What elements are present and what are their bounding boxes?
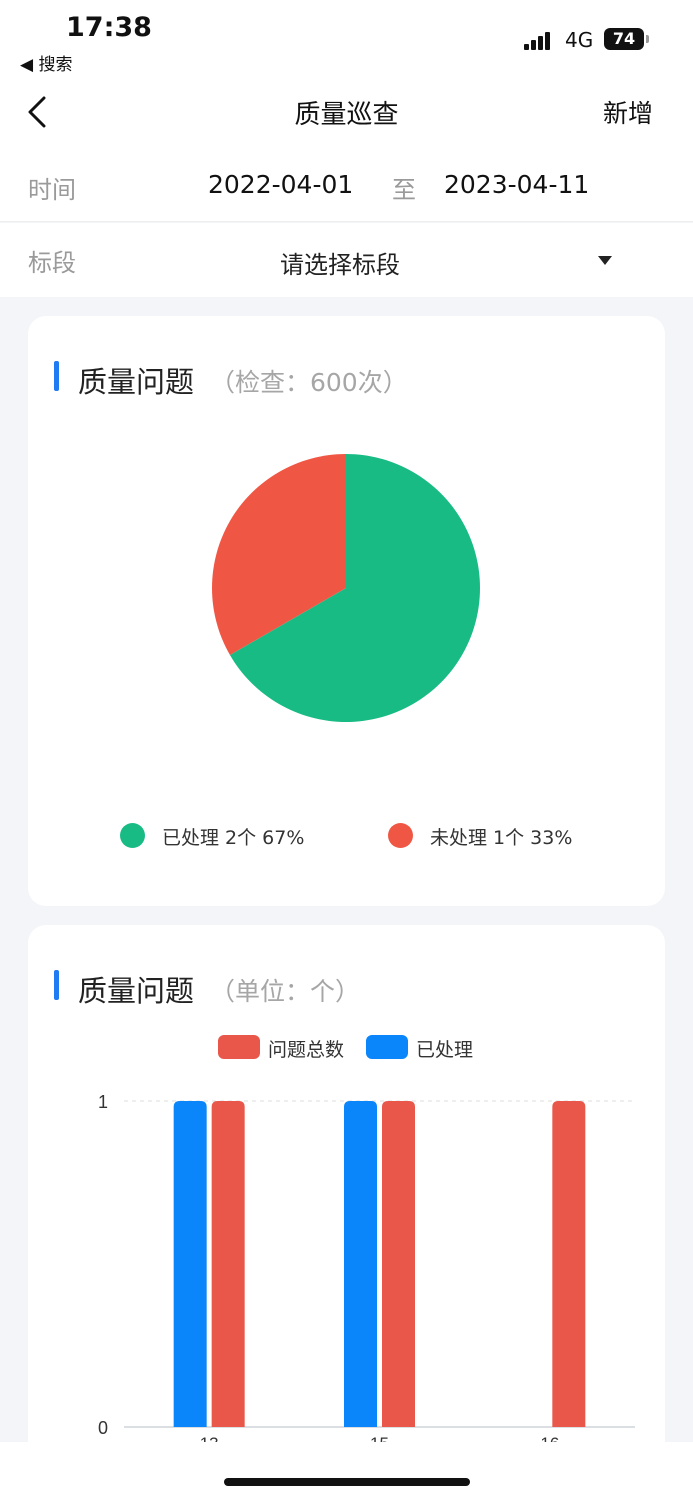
card-subtitle: （单位：个） bbox=[210, 977, 361, 1006]
signal-icon bbox=[524, 30, 558, 50]
bar-13-2 bbox=[211, 1101, 245, 1427]
legend-dot bbox=[120, 823, 145, 848]
bar-15-1 bbox=[344, 1101, 377, 1427]
section-select[interactable]: 请选择标段 bbox=[280, 245, 400, 280]
back-to-search-link[interactable]: ◀ 搜索 bbox=[20, 50, 72, 75]
legend-label: 已处理 2个 67% bbox=[162, 827, 305, 849]
start-date-picker[interactable]: 2022-04-01 bbox=[208, 170, 353, 199]
legend-label: 未处理 1个 33% bbox=[430, 827, 573, 849]
legend-swatch bbox=[366, 1035, 408, 1059]
battery-cap bbox=[646, 35, 649, 43]
bar-13-1 bbox=[173, 1101, 207, 1427]
status-bar: 17:38 ◀ 搜索 4G 74 bbox=[0, 0, 693, 80]
nav-bar: 质量巡查 新增 bbox=[0, 80, 693, 150]
time-filter-row: 时间 2022-04-01 至 2023-04-11 bbox=[0, 150, 693, 222]
quality-issues-bar-card: 质量问题 （单位：个） 问题总数 已处理 0 1 13 15 16 bbox=[28, 925, 665, 1485]
legend-dot bbox=[388, 823, 413, 848]
y-tick-label: 0 bbox=[98, 1418, 108, 1438]
card-subtitle: （检查：600次） bbox=[210, 368, 408, 397]
card-accent-bar bbox=[54, 361, 59, 391]
pie-chart bbox=[212, 454, 480, 722]
date-separator: 至 bbox=[392, 176, 416, 204]
legend-label: 已处理 bbox=[416, 1039, 474, 1061]
legend-label: 问题总数 bbox=[268, 1039, 345, 1061]
card-title: 质量问题 bbox=[78, 365, 195, 399]
legend-swatch bbox=[218, 1035, 260, 1059]
end-date-picker[interactable]: 2023-04-11 bbox=[444, 170, 589, 199]
battery-icon: 74 bbox=[604, 28, 644, 50]
bar-15-2 bbox=[382, 1101, 415, 1427]
page-title: 质量巡查 bbox=[294, 100, 399, 130]
time-label: 时间 bbox=[28, 176, 76, 204]
card-accent-bar bbox=[54, 970, 59, 1000]
caret-down-icon[interactable] bbox=[598, 256, 612, 265]
home-indicator[interactable] bbox=[224, 1478, 470, 1486]
bar-16-2 bbox=[552, 1101, 586, 1427]
bar-chart: 0113 15 16 bbox=[98, 1092, 635, 1445]
card-title: 质量问题 bbox=[78, 974, 195, 1008]
bottom-safe-area bbox=[0, 1442, 693, 1500]
network-label: 4G bbox=[565, 28, 594, 52]
section-label: 标段 bbox=[28, 249, 76, 277]
status-time: 17:38 bbox=[66, 12, 152, 43]
section-filter-row[interactable]: 标段 请选择标段 bbox=[0, 223, 693, 297]
quality-issues-pie-card: 质量问题 （检查：600次） 已处理 2个 67% 未处理 1个 33% bbox=[28, 316, 665, 906]
y-tick-label: 1 bbox=[98, 1092, 108, 1112]
add-button[interactable]: 新增 bbox=[603, 94, 653, 130]
